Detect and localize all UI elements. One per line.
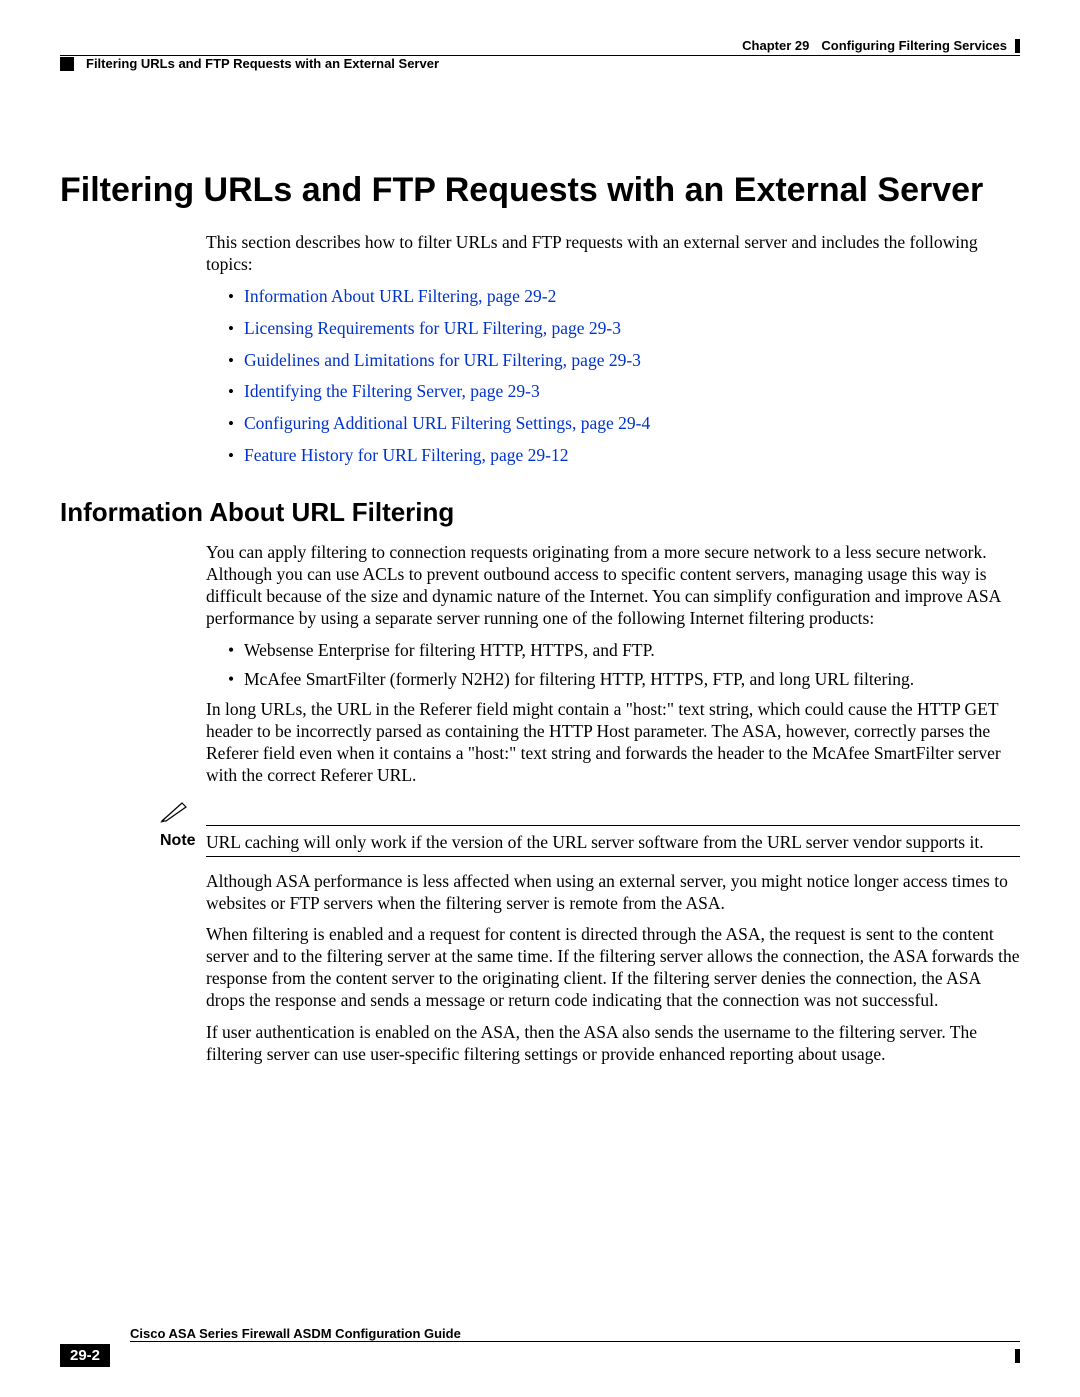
note-rule-bottom — [206, 856, 1020, 857]
link[interactable]: Licensing Requirements for URL Filtering… — [244, 318, 621, 338]
page-title: Filtering URLs and FTP Requests with an … — [60, 171, 1020, 210]
footer: Cisco ASA Series Firewall ASDM Configura… — [60, 1326, 1020, 1367]
footer-rule — [130, 1341, 1020, 1342]
paragraph: You can apply filtering to connection re… — [206, 542, 1020, 630]
link[interactable]: Identifying the Filtering Server, page 2… — [244, 381, 540, 401]
chapter-title: Configuring Filtering Services — [821, 38, 1007, 53]
paragraph: Although ASA performance is less affecte… — [206, 871, 1020, 915]
list-item: Identifying the Filtering Server, page 2… — [228, 381, 1020, 403]
list-item: Information About URL Filtering, page 29… — [228, 286, 1020, 308]
section-body-continued: Although ASA performance is less affecte… — [206, 871, 1020, 1066]
page-number-badge: 29-2 — [60, 1344, 110, 1367]
link[interactable]: Information About URL Filtering, page 29… — [244, 286, 556, 306]
footer-bar-icon — [1015, 1349, 1020, 1363]
paragraph: When filtering is enabled and a request … — [206, 924, 1020, 1012]
list-item: Websense Enterprise for filtering HTTP, … — [228, 640, 1020, 662]
link[interactable]: Guidelines and Limitations for URL Filte… — [244, 350, 641, 370]
bullet-text: Websense Enterprise for filtering HTTP, … — [244, 640, 655, 660]
list-item: McAfee SmartFilter (formerly N2H2) for f… — [228, 669, 1020, 691]
link[interactable]: Feature History for URL Filtering, page … — [244, 445, 569, 465]
section-body: You can apply filtering to connection re… — [206, 542, 1020, 787]
header-bar-icon — [1015, 39, 1020, 53]
bullet-text: McAfee SmartFilter (formerly N2H2) for f… — [244, 669, 914, 689]
list-item: Configuring Additional URL Filtering Set… — [228, 413, 1020, 435]
note-pencil-icon — [160, 801, 1020, 823]
chapter-number: Chapter 29 — [742, 38, 809, 53]
header-square-icon — [60, 57, 74, 71]
link[interactable]: Configuring Additional URL Filtering Set… — [244, 413, 650, 433]
document-page: Chapter 29 Configuring Filtering Service… — [0, 0, 1080, 1397]
list-item: Guidelines and Limitations for URL Filte… — [228, 350, 1020, 372]
topic-link-list: Information About URL Filtering, page 29… — [228, 286, 1020, 467]
header-left: Filtering URLs and FTP Requests with an … — [60, 56, 1020, 71]
header-right: Chapter 29 Configuring Filtering Service… — [60, 38, 1020, 53]
product-list: Websense Enterprise for filtering HTTP, … — [228, 640, 1020, 692]
note-block: Note URL caching will only work if the v… — [160, 801, 1020, 857]
breadcrumb: Filtering URLs and FTP Requests with an … — [86, 56, 439, 71]
note-label: Note — [160, 832, 206, 854]
paragraph: If user authentication is enabled on the… — [206, 1022, 1020, 1066]
bullet-detail: In long URLs, the URL in the Referer fie… — [206, 699, 1020, 787]
note-text: URL caching will only work if the versio… — [206, 832, 984, 854]
section-heading: Information About URL Filtering — [60, 497, 1020, 528]
content-body: This section describes how to filter URL… — [206, 232, 1020, 467]
note-rule-top — [206, 825, 1020, 826]
list-item: Licensing Requirements for URL Filtering… — [228, 318, 1020, 340]
footer-guide-title: Cisco ASA Series Firewall ASDM Configura… — [130, 1326, 1020, 1341]
list-item: Feature History for URL Filtering, page … — [228, 445, 1020, 467]
intro-paragraph: This section describes how to filter URL… — [206, 232, 1020, 276]
